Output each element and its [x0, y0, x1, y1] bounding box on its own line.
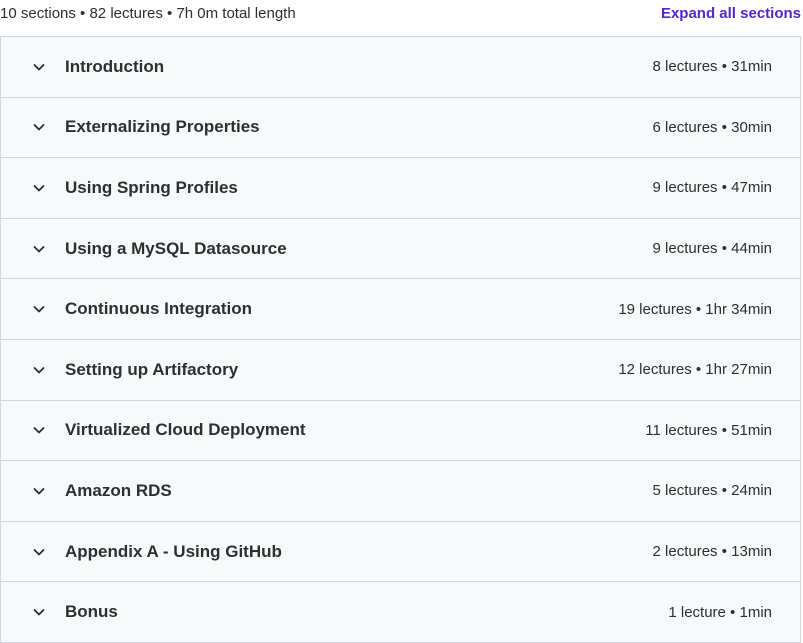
section-meta: 6 lectures • 30min — [652, 118, 772, 136]
section-row-using-spring-profiles[interactable]: Using Spring Profiles 9 lectures • 47min — [1, 158, 800, 219]
section-title: Using a MySQL Datasource — [65, 238, 287, 258]
section-row-appendix-a-using-github[interactable]: Appendix A - Using GitHub 2 lectures • 1… — [1, 521, 800, 583]
expand-all-sections-button[interactable]: Expand all sections — [661, 5, 801, 22]
section-meta: 8 lectures • 31min — [652, 58, 772, 76]
section-title: Using Spring Profiles — [65, 177, 238, 197]
section-row-virtualized-cloud-deployment[interactable]: Virtualized Cloud Deployment 11 lectures… — [1, 400, 800, 462]
section-title: Virtualized Cloud Deployment — [65, 420, 306, 440]
chevron-down-icon — [32, 120, 46, 134]
chevron-down-icon — [32, 423, 46, 437]
chevron-down-icon — [32, 363, 46, 377]
section-title: Bonus — [65, 602, 118, 622]
chevron-down-icon — [32, 605, 46, 619]
chevron-down-icon — [32, 181, 46, 195]
curriculum-summary-text: 10 sections • 82 lectures • 7h 0m total … — [0, 5, 296, 22]
section-meta: 2 lectures • 13min — [652, 543, 772, 561]
section-row-bonus[interactable]: Bonus 1 lecture • 1min — [1, 582, 800, 643]
section-row-using-a-mysql-datasource[interactable]: Using a MySQL Datasource 9 lectures • 44… — [1, 218, 800, 280]
chevron-down-icon — [32, 302, 46, 316]
section-meta: 1 lecture • 1min — [668, 603, 772, 621]
section-meta: 19 lectures • 1hr 34min — [618, 300, 772, 318]
chevron-down-icon — [32, 484, 46, 498]
chevron-down-icon — [32, 60, 46, 74]
section-title: Continuous Integration — [65, 299, 252, 319]
section-title: Introduction — [65, 56, 165, 76]
section-meta: 9 lectures • 44min — [652, 240, 772, 258]
chevron-down-icon — [32, 242, 46, 256]
curriculum-summary-bar: 10 sections • 82 lectures • 7h 0m total … — [0, 0, 803, 36]
section-title: Externalizing Properties — [65, 117, 260, 137]
section-meta: 12 lectures • 1hr 27min — [618, 361, 772, 379]
section-row-externalizing-properties[interactable]: Externalizing Properties 6 lectures • 30… — [1, 97, 800, 159]
section-title: Appendix A - Using GitHub — [65, 541, 282, 561]
section-meta: 9 lectures • 47min — [652, 179, 772, 197]
section-title: Amazon RDS — [65, 480, 172, 500]
section-meta: 5 lectures • 24min — [652, 482, 772, 500]
section-row-amazon-rds[interactable]: Amazon RDS 5 lectures • 24min — [1, 461, 800, 522]
section-row-continuous-integration[interactable]: Continuous Integration 19 lectures • 1hr… — [1, 279, 800, 340]
section-meta: 11 lectures • 51min — [645, 421, 772, 439]
section-row-setting-up-artifactory[interactable]: Setting up Artifactory 12 lectures • 1hr… — [1, 339, 800, 401]
section-row-introduction[interactable]: Introduction 8 lectures • 31min — [1, 37, 800, 98]
section-title: Setting up Artifactory — [65, 359, 239, 379]
section-list: Introduction 8 lectures • 31min External… — [0, 36, 801, 643]
chevron-down-icon — [32, 545, 46, 559]
